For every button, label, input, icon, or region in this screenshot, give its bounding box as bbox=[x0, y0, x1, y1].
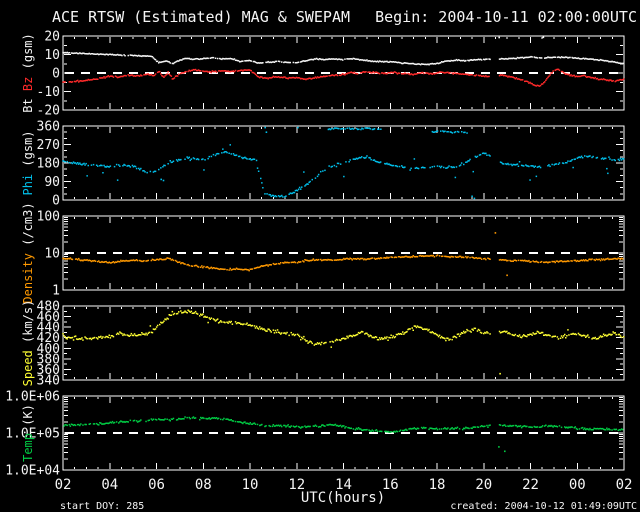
xtick-label-2: 06 bbox=[148, 477, 165, 493]
xtick-label-9: 20 bbox=[475, 477, 492, 493]
ytick-label-bt-bz-0: 20 bbox=[44, 30, 60, 45]
begin-timestamp: Begin: 2004-10-11 02:00:00UTC bbox=[375, 8, 637, 26]
series-Phi-high-band-1 bbox=[327, 127, 382, 131]
ytick-label-phi-0: 360 bbox=[37, 120, 60, 135]
panels-group: 20100-10-20Bt Bz (gsm)360270180900Phi (g… bbox=[5, 30, 632, 494]
ticks-phi bbox=[62, 125, 625, 201]
ylabel-bt-bz: Bt Bz (gsm) bbox=[21, 33, 35, 113]
ace-rtsw-plot-window: ACE RTSW (Estimated) MAG & SWEPAM Begin:… bbox=[0, 0, 640, 512]
series-Density bbox=[62, 232, 624, 277]
series-Phi-high-band-2 bbox=[431, 130, 468, 134]
series-Temp bbox=[63, 416, 624, 453]
xtick-label-3: 08 bbox=[195, 477, 212, 493]
panel-density: 100 10 1 Density (/cm3) bbox=[21, 202, 625, 304]
ytick-label-phi-3: 90 bbox=[44, 175, 60, 190]
start-doy-label: start DOY: 285 bbox=[60, 501, 144, 512]
ytick-label-bt-bz-1: 10 bbox=[44, 48, 60, 63]
ytick-label-temp-0: 1.0E+06 bbox=[5, 390, 60, 405]
page-title: ACE RTSW (Estimated) MAG & SWEPAM bbox=[52, 8, 350, 26]
ylabel-phi: Phi (gsm) bbox=[21, 130, 35, 195]
series-Bz bbox=[62, 68, 625, 87]
panel-phi: 360 270 180 90 0 Phi (gsm) bbox=[21, 120, 625, 209]
series-Speed bbox=[62, 309, 625, 375]
xtick-label-10: 22 bbox=[522, 477, 539, 493]
ytick-label-bt-bz-4: -20 bbox=[37, 104, 60, 119]
ytick-label-speed-7: 340 bbox=[37, 374, 60, 389]
rtsw-chart: ACE RTSW (Estimated) MAG & SWEPAM Begin:… bbox=[5, 8, 637, 512]
ylabel-density: Density (/cm3) bbox=[21, 202, 35, 303]
xtick-label-12: 02 bbox=[616, 477, 633, 493]
ytick-label-bt-bz-2: 0 bbox=[52, 67, 60, 82]
ylabel-speed: Speed (km/s) bbox=[21, 300, 35, 387]
ytick-label-density-1: 10 bbox=[44, 247, 60, 262]
xtick-label-8: 18 bbox=[429, 477, 446, 493]
xtick-label-11: 00 bbox=[569, 477, 586, 493]
xtick-label-1: 04 bbox=[101, 477, 118, 493]
panel-frame-speed bbox=[62, 305, 625, 381]
xtick-label-0: 02 bbox=[55, 477, 72, 493]
ytick-label-phi-2: 180 bbox=[37, 157, 60, 172]
ytick-label-temp-2: 1.0E+04 bbox=[5, 464, 60, 479]
panel-speed: 480460440420400380360340Speed (km/s) bbox=[21, 300, 625, 389]
xtick-label-4: 10 bbox=[242, 477, 259, 493]
panel-bt-bz: 20 10 0 -10 -20Bt Bz (gsm) bbox=[21, 30, 625, 119]
series-Phi bbox=[62, 126, 625, 200]
panel-temp: 1.0E+061.0E+051.0E+04Temp (K) bbox=[5, 390, 625, 479]
ytick-label-phi-4: 0 bbox=[52, 194, 60, 209]
ylabel-temp: Temp (K) bbox=[21, 404, 35, 462]
ytick-label-density-0: 100 bbox=[37, 210, 60, 225]
panel-frame-phi bbox=[62, 125, 625, 201]
ytick-label-bt-bz-3: -10 bbox=[37, 85, 60, 100]
created-timestamp: created: 2004-10-12 01:49:09UTC bbox=[450, 501, 637, 512]
x-axis-label: UTC(hours) bbox=[301, 490, 385, 506]
ytick-label-density-2: 1 bbox=[52, 284, 60, 299]
ticks-speed bbox=[62, 305, 625, 381]
ytick-label-phi-1: 270 bbox=[37, 138, 60, 153]
